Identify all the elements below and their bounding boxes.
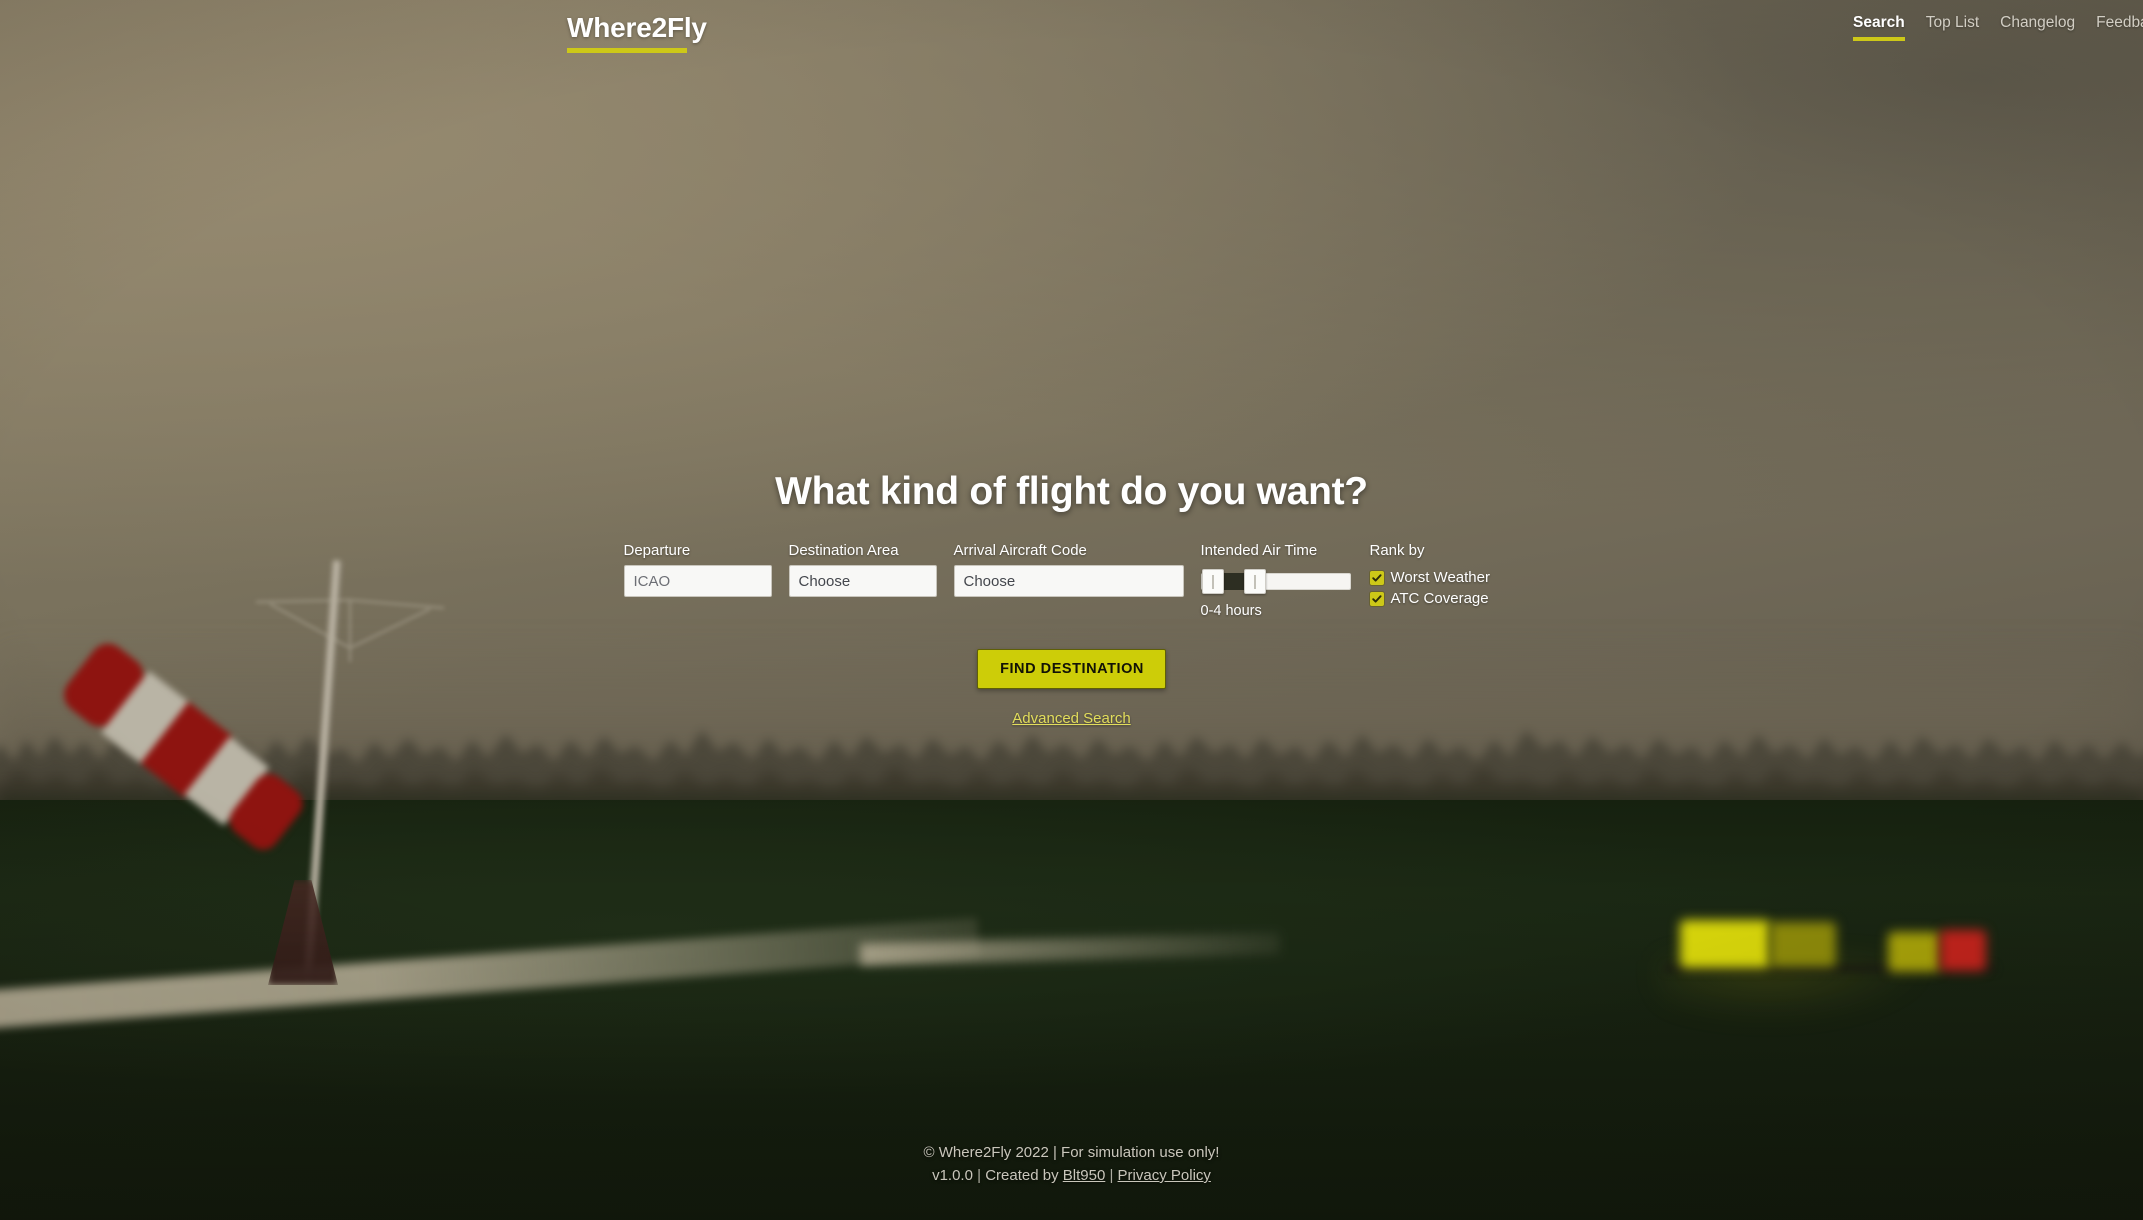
footer-privacy-link[interactable]: Privacy Policy bbox=[1118, 1167, 1211, 1184]
footer-copyright: © Where2Fly 2022 | For simulation use on… bbox=[923, 1144, 1220, 1161]
search-form: Departure ICAO Destination Area Choose A… bbox=[0, 542, 2143, 619]
page-title: What kind of flight do you want? bbox=[775, 470, 1368, 513]
brand-logo[interactable]: Where2Fly bbox=[567, 12, 707, 54]
check-icon[interactable] bbox=[1369, 591, 1384, 606]
slider-handle-min[interactable] bbox=[1201, 568, 1224, 594]
check-icon[interactable] bbox=[1369, 570, 1384, 585]
footer-author-link[interactable]: Blt950 bbox=[1063, 1167, 1106, 1184]
rank-by-group: Rank by Worst Weather ATC Coverage bbox=[1369, 542, 1520, 608]
air-time-value: 0-4 hours bbox=[1200, 603, 1262, 620]
slider-track[interactable] bbox=[1200, 568, 1351, 594]
destination-field-group: Destination Area Choose bbox=[788, 542, 937, 598]
destination-label: Destination Area bbox=[788, 542, 899, 559]
nav-item-top-list[interactable]: Top List bbox=[1926, 14, 1979, 41]
nav-item-changelog[interactable]: Changelog bbox=[2000, 14, 2075, 41]
destination-select[interactable]: Choose bbox=[788, 565, 937, 598]
aircraft-code-label: Arrival Aircraft Code bbox=[953, 542, 1087, 559]
footer-created-by: Created by bbox=[985, 1167, 1059, 1184]
slider-handle-max[interactable] bbox=[1243, 568, 1266, 594]
find-destination-button[interactable]: FIND DESTINATION bbox=[977, 649, 1166, 690]
footer-separator-1: | bbox=[977, 1167, 982, 1184]
footer-meta: v1.0.0 | Created by Blt950 | Privacy Pol… bbox=[0, 1164, 2143, 1187]
brand-name: Where2Fly bbox=[567, 12, 707, 43]
departure-input[interactable]: ICAO bbox=[623, 565, 772, 598]
cta-section: FIND DESTINATION Advanced Search bbox=[0, 649, 2143, 728]
rank-option-worst-weather[interactable]: Worst Weather bbox=[1369, 569, 1520, 587]
air-time-field-group: Intended Air Time 0-4 hours bbox=[1200, 542, 1353, 620]
brand-underline bbox=[567, 48, 687, 54]
main-navigation: Search Top List Changelog Feedback bbox=[1853, 14, 2143, 41]
nav-item-search[interactable]: Search bbox=[1853, 14, 1905, 41]
site-header: Where2Fly Search Top List Changelog Feed… bbox=[0, 0, 2143, 72]
aircraft-code-select[interactable]: Choose bbox=[953, 565, 1184, 598]
air-time-slider[interactable] bbox=[1200, 565, 1353, 597]
aircraft-code-field-group: Arrival Aircraft Code Choose bbox=[953, 542, 1184, 598]
departure-label: Departure bbox=[623, 542, 691, 559]
footer-version: v1.0.0 bbox=[932, 1167, 973, 1184]
hero-section: What kind of flight do you want? Departu… bbox=[0, 470, 2143, 728]
departure-field-group: Departure ICAO bbox=[623, 542, 772, 598]
rank-by-label: Rank by bbox=[1369, 542, 1425, 559]
nav-item-feedback[interactable]: Feedback bbox=[2096, 14, 2143, 41]
rank-option-atc-coverage[interactable]: ATC Coverage bbox=[1369, 590, 1520, 608]
air-time-label: Intended Air Time bbox=[1200, 542, 1318, 559]
rank-option-label-atc-coverage: ATC Coverage bbox=[1390, 590, 1489, 608]
footer-separator-2: | bbox=[1109, 1167, 1114, 1184]
advanced-search-link[interactable]: Advanced Search bbox=[1012, 710, 1130, 727]
site-footer: © Where2Fly 2022 | For simulation use on… bbox=[0, 1141, 2143, 1187]
rank-option-label-worst-weather: Worst Weather bbox=[1390, 569, 1490, 587]
